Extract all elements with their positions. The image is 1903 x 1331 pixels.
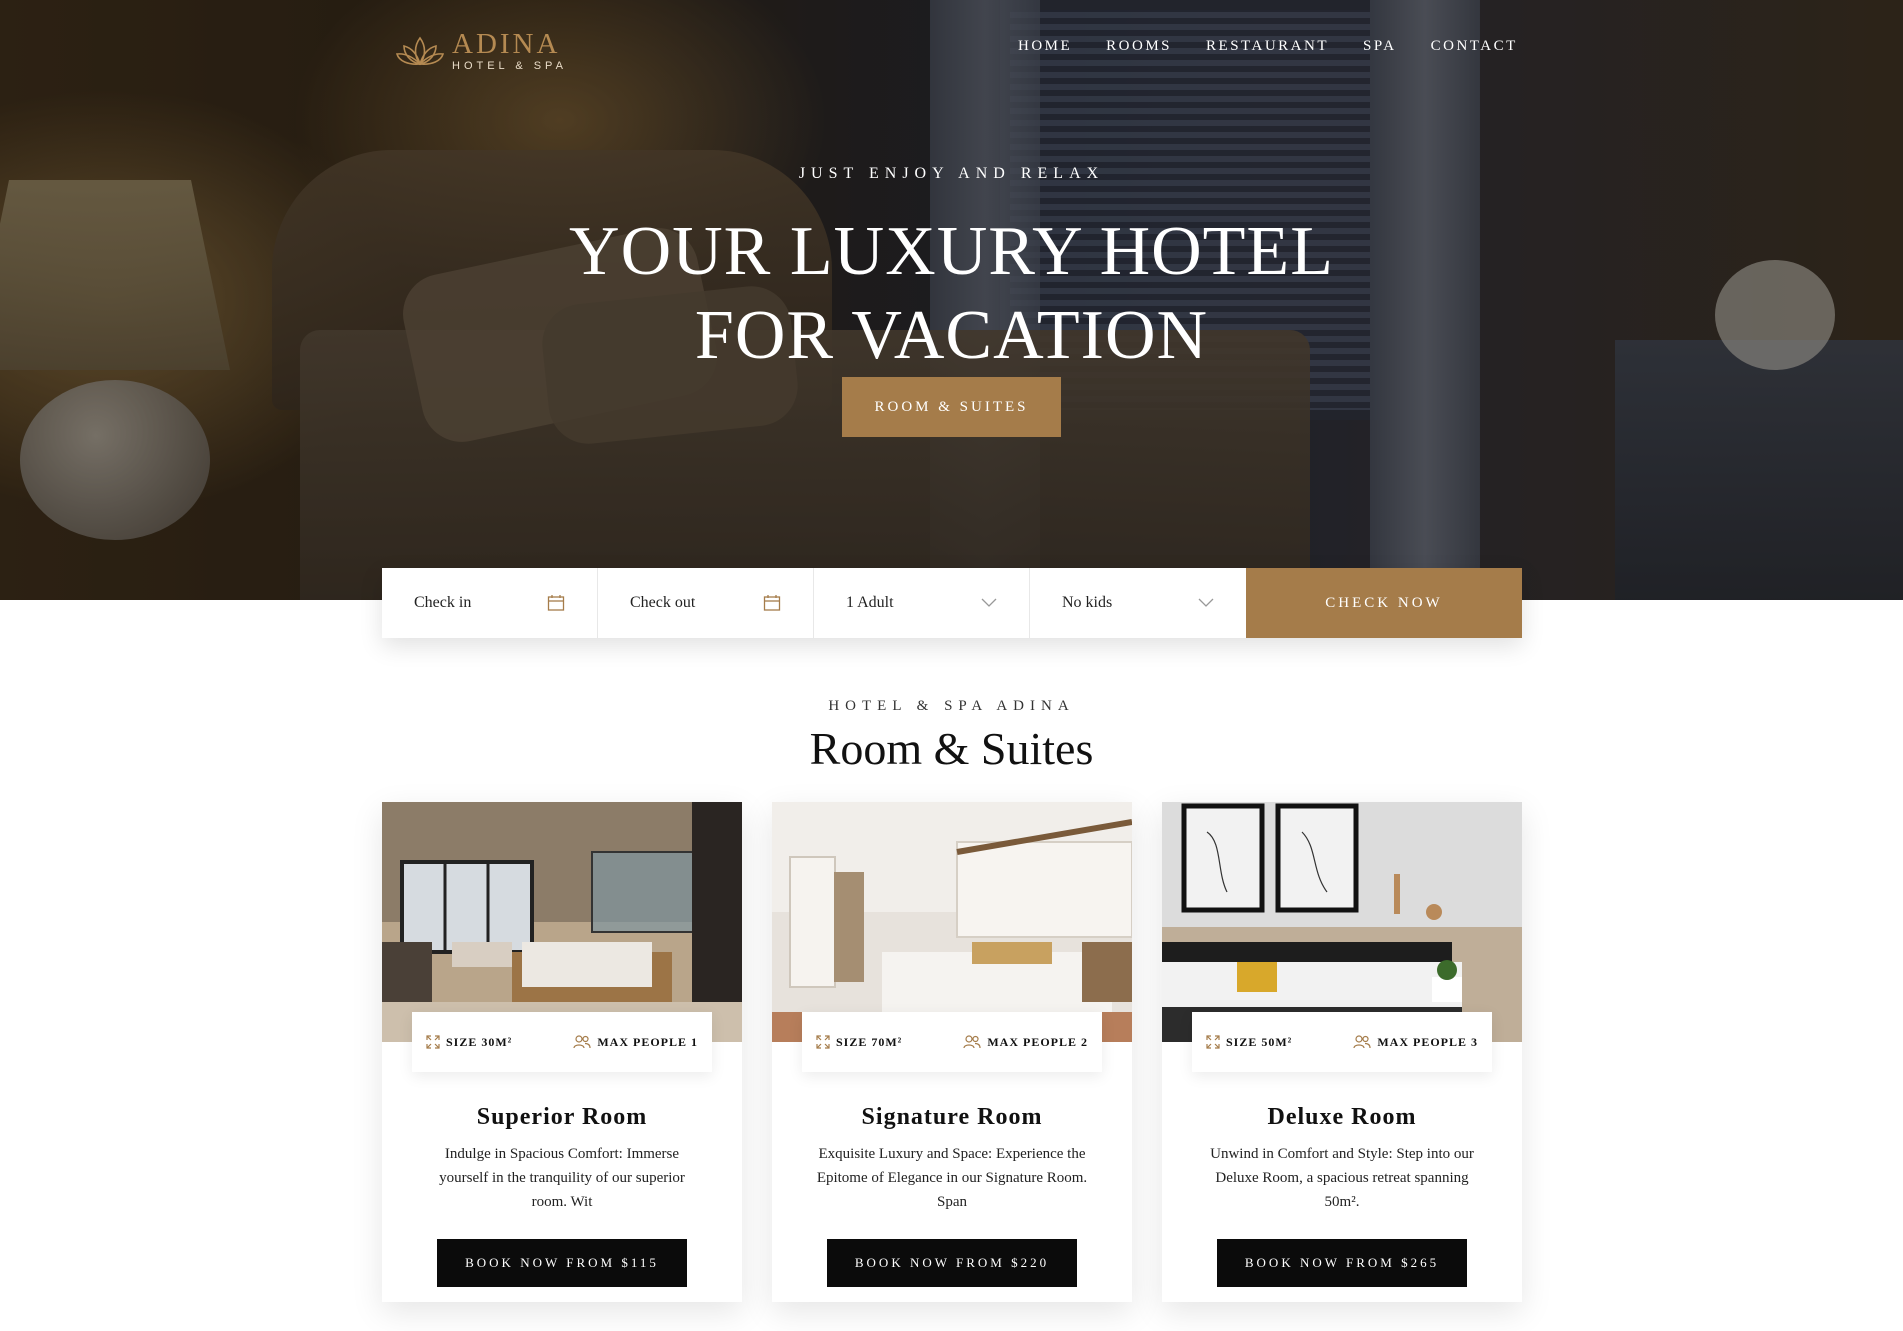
room-photo[interactable] (772, 802, 1132, 1042)
people-icon (573, 1035, 591, 1049)
room-size: SIZE 50M² (1226, 1034, 1293, 1049)
main-nav: HOME ROOMS RESTAURANT SPA CONTACT (1018, 38, 1518, 55)
hero-title: YOUR LUXURY HOTEL FOR VACATION (0, 210, 1903, 378)
room-meta: SIZE 50M² MAX PEOPLE 3 (1192, 1012, 1492, 1072)
nav-spa[interactable]: SPA (1363, 38, 1397, 55)
check-in-label: Check in (414, 594, 472, 611)
room-name: Deluxe Room (1267, 1104, 1417, 1130)
book-now-button[interactable]: BOOK NOW FROM $265 (1217, 1239, 1467, 1287)
room-size: SIZE 70M² (836, 1034, 903, 1049)
check-out-field[interactable]: Check out (598, 568, 814, 638)
chevron-down-icon (981, 598, 997, 607)
room-max-people: MAX PEOPLE 3 (1377, 1034, 1478, 1049)
room-description: Unwind in Comfort and Style: Step into o… (1210, 1146, 1474, 1210)
room-name: Signature Room (861, 1104, 1043, 1130)
check-in-field[interactable]: Check in (382, 568, 598, 638)
people-icon (963, 1035, 981, 1049)
logo-subtitle: HOTEL & SPA (452, 60, 567, 72)
nav-restaurant[interactable]: RESTAURANT (1206, 38, 1329, 55)
lotus-icon (396, 36, 444, 66)
hero-title-line: FOR VACATION (694, 297, 1209, 374)
check-out-label: Check out (630, 594, 696, 611)
book-now-button[interactable]: BOOK NOW FROM $115 (437, 1239, 687, 1287)
room-description: Exquisite Luxury and Space: Experience t… (816, 1146, 1088, 1210)
room-name: Superior Room (476, 1104, 648, 1130)
section-title: Room & Suites (809, 723, 1094, 774)
adults-select[interactable]: 1 Adult (814, 568, 1030, 638)
room-description: Indulge in Spacious Comfort: Immerse you… (439, 1146, 685, 1210)
logo-title: ADINA (452, 28, 561, 60)
nav-rooms[interactable]: ROOMS (1106, 38, 1172, 55)
room-max-people: MAX PEOPLE 1 (597, 1034, 698, 1049)
room-size: SIZE 30M² (446, 1034, 513, 1049)
room-photo[interactable] (382, 802, 742, 1042)
people-icon (1353, 1035, 1371, 1049)
kids-value: No kids (1062, 594, 1113, 611)
calendar-icon (547, 595, 565, 611)
book-now-button[interactable]: BOOK NOW FROM $220 (827, 1239, 1077, 1287)
kids-select[interactable]: No kids (1030, 568, 1246, 638)
section-kicker: HOTEL & SPA ADINA (828, 698, 1075, 714)
adults-value: 1 Adult (846, 594, 894, 611)
room-meta: SIZE 30M² MAX PEOPLE 1 (412, 1012, 712, 1072)
chevron-down-icon (1198, 598, 1214, 607)
check-now-button[interactable]: CHECK NOW (1246, 568, 1522, 638)
logo[interactable]: ADINA HOTEL & SPA (396, 30, 567, 72)
expand-icon (816, 1035, 830, 1049)
nav-home[interactable]: HOME (1018, 38, 1072, 55)
nav-contact[interactable]: CONTACT (1431, 38, 1518, 55)
hero-title-line: YOUR LUXURY HOTEL (569, 213, 1334, 290)
rooms-suites-button[interactable]: ROOM & SUITES (842, 377, 1061, 437)
expand-icon (1206, 1035, 1220, 1049)
expand-icon (426, 1035, 440, 1049)
calendar-icon (763, 595, 781, 611)
room-max-people: MAX PEOPLE 2 (987, 1034, 1088, 1049)
room-card: SIZE 30M² MAX PEOPLE 1 Superior Room Ind… (382, 802, 742, 1302)
booking-bar: Check in Check out 1 Adult No kids CHECK… (382, 568, 1522, 638)
room-card: SIZE 70M² MAX PEOPLE 2 Signature Room Ex… (772, 802, 1132, 1302)
room-meta: SIZE 70M² MAX PEOPLE 2 (802, 1012, 1102, 1072)
hero-kicker: JUST ENJOY AND RELAX (798, 165, 1105, 182)
room-card: SIZE 50M² MAX PEOPLE 3 Deluxe Room Unwin… (1162, 802, 1522, 1302)
room-photo[interactable] (1162, 802, 1522, 1042)
